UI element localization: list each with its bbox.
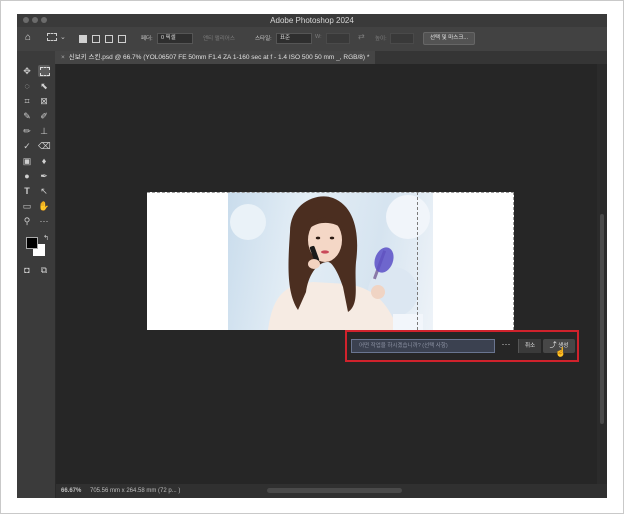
document-tab-bar: × 신보키 스킨.psd @ 66.7% (YOL06507 FE 50mm F1… <box>55 51 607 64</box>
document-tab-label: 신보키 스킨.psd @ 66.7% (YOL06507 FE 50mm F1.… <box>68 54 370 61</box>
eraser-icon[interactable]: ⌫ <box>38 140 51 152</box>
chevron-down-icon[interactable]: ⌄ <box>60 33 66 41</box>
marquee-tool-icon[interactable] <box>38 65 50 77</box>
move-tool-icon[interactable]: ✥ <box>21 65 33 77</box>
horizontal-scrollbar[interactable] <box>267 488 402 493</box>
antialias-checkbox-label[interactable]: 앤티 앨리어스 <box>203 34 235 42</box>
crop-tool-icon[interactable]: ⌗ <box>21 95 33 107</box>
style-select[interactable]: 표준 <box>276 33 312 44</box>
history-brush-icon[interactable]: ✓ <box>21 140 33 152</box>
select-and-mask-button[interactable]: 선택 및 마스크... <box>423 32 475 45</box>
brush-tool-icon[interactable]: ✏ <box>21 125 33 137</box>
new-selection-icon[interactable] <box>79 35 87 43</box>
canvas-area[interactable] <box>56 64 597 484</box>
width-input[interactable] <box>326 33 350 44</box>
feather-input[interactable]: 0 픽셀 <box>157 33 193 44</box>
blur-tool-icon[interactable]: ♦ <box>38 155 50 167</box>
title-bar: Adobe Photoshop 2024 <box>17 14 607 27</box>
lasso-tool-icon[interactable]: ◌ <box>21 80 33 92</box>
quick-mask-icon[interactable]: ◘ <box>21 264 33 276</box>
options-bar: ⌂ ⌄ 페더: 0 픽셀 앤티 앨리어스 스타일: 표준 W: ⇄ 높이: 선택… <box>17 27 607 52</box>
height-input[interactable] <box>390 33 414 44</box>
foreground-color-swatch-front <box>26 237 38 249</box>
height-label: 높이: <box>375 36 387 42</box>
more-tools-icon[interactable]: ··· <box>38 215 50 227</box>
swap-colors-icon[interactable]: ↰ <box>40 233 52 245</box>
more-options-button[interactable]: ··· <box>499 339 513 353</box>
tools-panel: ✥ ◌ ⬉ ⌗ ⊠ ✎ ✐ ✏ ⊥ ✓ ⌫ ▣ ♦ ● ✒ T ↖ ▭ ✋ ⚲ … <box>17 51 56 498</box>
generative-fill-prompt-input[interactable]: 어떤 작업을 하시겠습니까? (선택 사항) <box>351 339 495 353</box>
close-tab-icon[interactable]: × <box>61 54 65 61</box>
pen-tool-icon[interactable]: ✒ <box>38 170 50 182</box>
hand-tool-icon[interactable]: ✋ <box>38 200 50 212</box>
vertical-scrollbar[interactable] <box>597 64 607 484</box>
path-select-icon[interactable]: ↖ <box>38 185 50 197</box>
intersect-selection-icon[interactable] <box>118 35 126 43</box>
zoom-level[interactable]: 66.67% <box>61 484 81 498</box>
cancel-button[interactable]: 취소 <box>518 339 541 353</box>
gradient-tool-icon[interactable]: ▣ <box>21 155 33 167</box>
home-icon[interactable]: ⌂ <box>25 32 31 43</box>
width-label: W: <box>315 34 322 40</box>
object-select-icon[interactable]: ⬉ <box>38 80 50 92</box>
selection-marquee <box>147 192 514 330</box>
mouse-pointer-icon: ☝ <box>555 347 567 357</box>
screen-mode-icon[interactable]: ⧉ <box>38 264 50 276</box>
rectangle-tool-icon[interactable]: ▭ <box>21 200 33 212</box>
window-title: Adobe Photoshop 2024 <box>270 16 354 25</box>
style-label: 스타일: <box>255 36 272 42</box>
swap-icon[interactable]: ⇄ <box>358 32 365 41</box>
eyedropper-icon[interactable]: ✎ <box>21 110 33 122</box>
healing-brush-icon[interactable]: ✐ <box>38 110 50 122</box>
photoshop-window: Adobe Photoshop 2024 ⌂ ⌄ 페더: 0 픽셀 앤티 앨리어… <box>17 14 607 498</box>
frame-tool-icon[interactable]: ⊠ <box>38 95 50 107</box>
dodge-tool-icon[interactable]: ● <box>21 170 33 182</box>
zoom-tool-icon[interactable]: ⚲ <box>21 215 33 227</box>
subtract-selection-icon[interactable] <box>105 35 113 43</box>
type-tool-icon[interactable]: T <box>21 185 33 197</box>
selection-edge-left <box>417 192 418 330</box>
document-tab[interactable]: × 신보키 스킨.psd @ 66.7% (YOL06507 FE 50mm F1… <box>55 51 376 64</box>
feather-label: 페더: <box>141 36 153 42</box>
document-canvas[interactable] <box>147 192 514 330</box>
clone-stamp-icon[interactable]: ⊥ <box>38 125 50 137</box>
add-selection-icon[interactable] <box>92 35 100 43</box>
document-size[interactable]: 705.56 mm x 264.58 mm (72 p... ) <box>90 484 180 498</box>
marquee-preset-icon[interactable] <box>47 33 57 41</box>
vertical-scroll-thumb[interactable] <box>600 214 604 424</box>
